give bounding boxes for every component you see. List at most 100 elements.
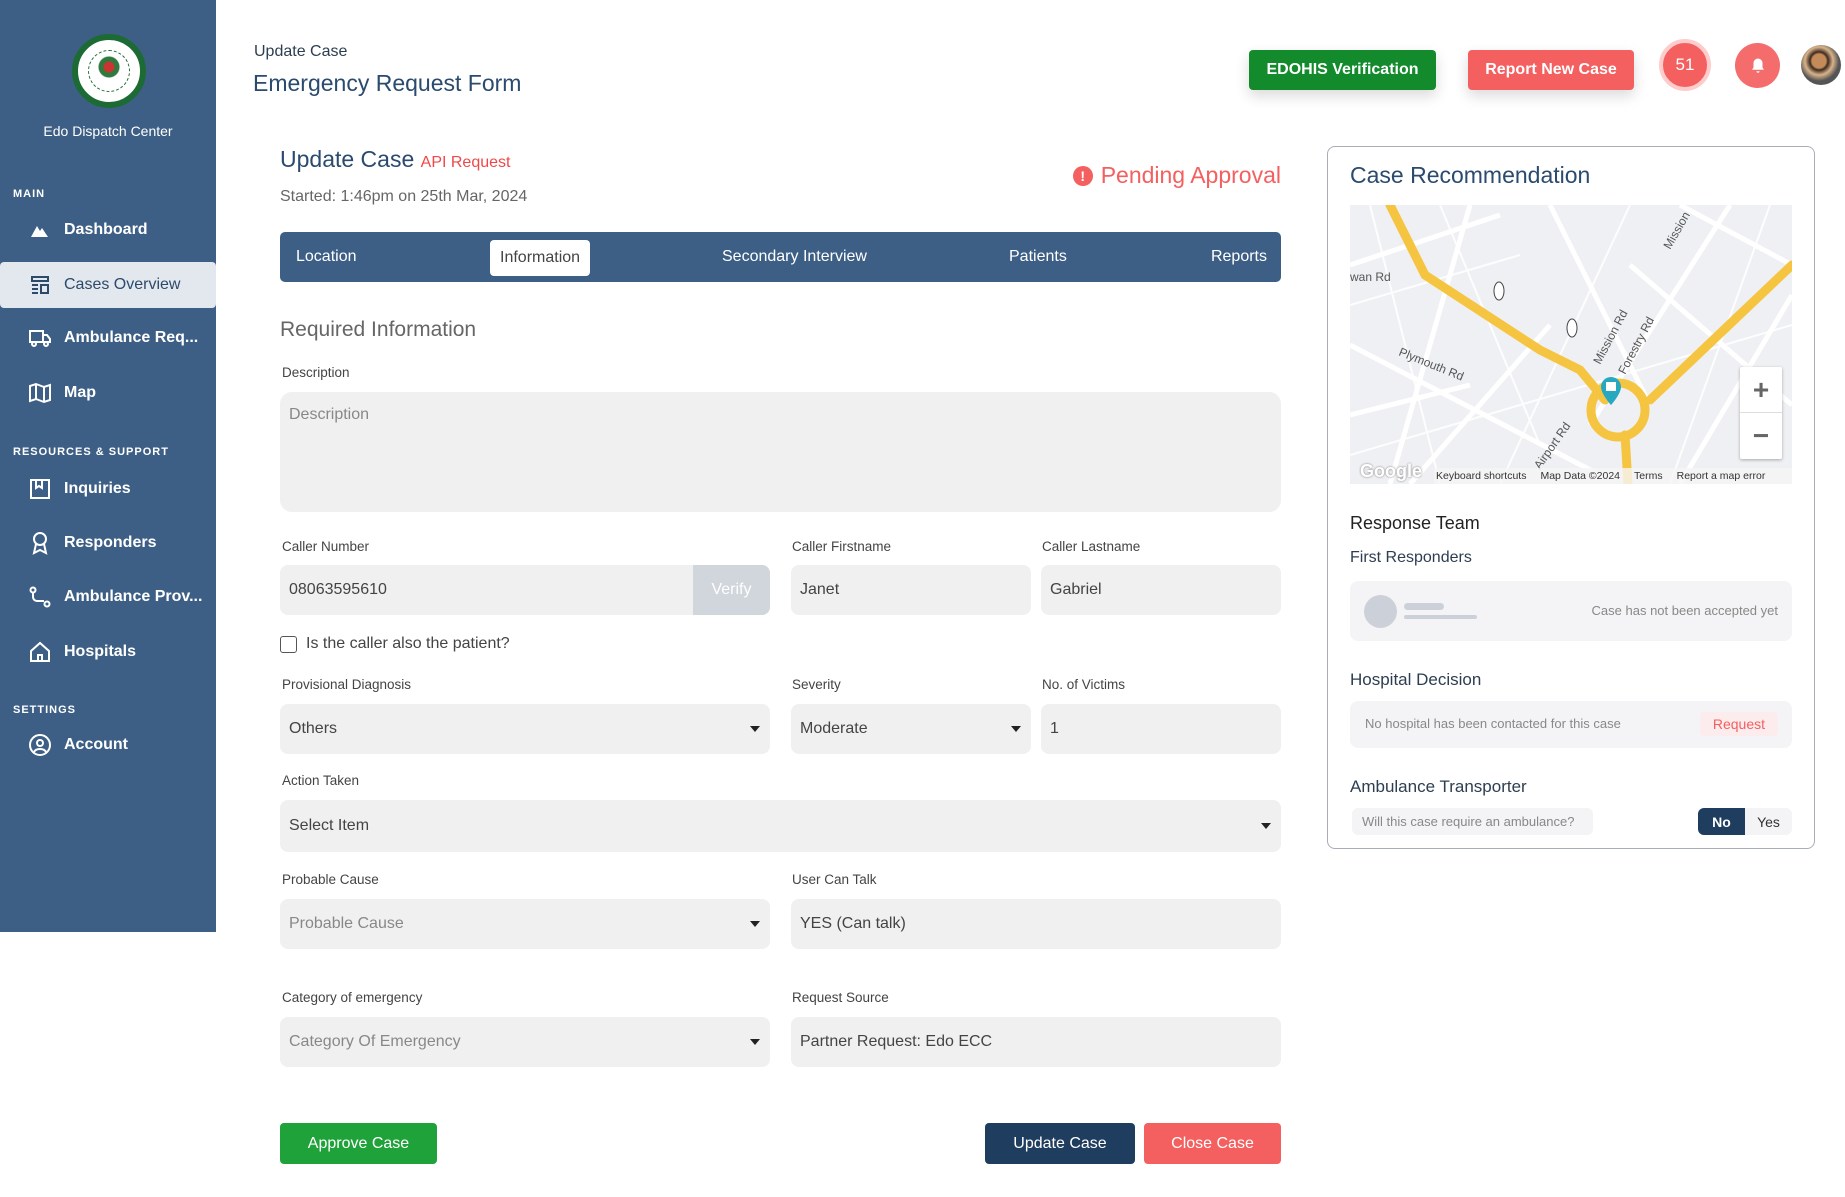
- sidebar-item-label: Ambulance Prov...: [64, 588, 203, 605]
- sidebar-item-label: Map: [64, 384, 96, 401]
- ambulance-no-option[interactable]: No: [1698, 808, 1745, 835]
- api-request-tag: API Request: [420, 154, 511, 171]
- sidebar-item-label: Hospitals: [64, 643, 137, 660]
- started-time: Started: 1:46pm on 25th Mar, 2024: [280, 188, 528, 205]
- zoom-in-button[interactable]: +: [1740, 367, 1782, 413]
- caller-firstname-input[interactable]: Janet: [791, 565, 1031, 615]
- report-new-case-button[interactable]: Report New Case: [1468, 50, 1634, 90]
- map[interactable]: wan Rd Plymouth Rd Mission Rd Forestry R…: [1350, 205, 1792, 484]
- not-accepted-text: Case has not been accepted yet: [1591, 603, 1778, 618]
- sidebar-item-cases-overview[interactable]: Cases Overview: [0, 262, 216, 308]
- brand-name: Edo Dispatch Center: [43, 123, 173, 139]
- no-hospital-text: No hospital has been contacted for this …: [1365, 716, 1621, 731]
- sidebar-item-inquiries[interactable]: Inquiries: [0, 466, 216, 512]
- notification-count-badge[interactable]: 51: [1659, 39, 1711, 91]
- caller-lastname-label: Caller Lastname: [1042, 539, 1141, 554]
- sidebar-item-label: Responders: [64, 534, 157, 551]
- avatar-placeholder: [1364, 595, 1397, 628]
- sidebar-item-map[interactable]: Map: [0, 370, 216, 416]
- sidebar-item-dashboard[interactable]: Dashboard: [0, 207, 216, 253]
- ambulance-yes-option[interactable]: Yes: [1745, 808, 1792, 835]
- response-team-heading: Response Team: [1350, 513, 1480, 533]
- victims-label: No. of Victims: [1042, 677, 1126, 692]
- page-title: Emergency Request Form: [253, 70, 522, 96]
- caller-lastname-input[interactable]: Gabriel: [1041, 565, 1281, 615]
- google-logo: Google: [1360, 461, 1422, 481]
- caret-down-icon: [750, 726, 760, 732]
- ambulance-transporter-heading: Ambulance Transporter: [1350, 777, 1527, 796]
- edohis-verification-button[interactable]: EDOHIS Verification: [1249, 50, 1436, 90]
- caret-down-icon: [1261, 823, 1271, 829]
- sidebar-item-responders[interactable]: Responders: [0, 520, 216, 566]
- status-text: Pending Approval: [1100, 162, 1281, 188]
- tab-secondary-interview[interactable]: Secondary Interview: [722, 232, 867, 282]
- skeleton-line: [1404, 615, 1477, 619]
- request-source-input[interactable]: Partner Request: Edo ECC: [791, 1017, 1281, 1067]
- description-label: Description: [282, 365, 350, 380]
- caller-number-label: Caller Number: [282, 539, 370, 554]
- category-select[interactable]: Category Of Emergency: [280, 1017, 770, 1067]
- action-taken-label: Action Taken: [282, 773, 360, 788]
- bell-button[interactable]: [1735, 43, 1780, 88]
- map-roads: wan Rd Plymouth Rd Mission Rd Forestry R…: [1350, 205, 1792, 484]
- update-case-button[interactable]: Update Case: [985, 1123, 1135, 1164]
- route-icon: [29, 586, 51, 608]
- home-icon: [30, 641, 50, 662]
- sidebar-item-hospitals[interactable]: Hospitals: [0, 629, 216, 675]
- user-avatar[interactable]: [1801, 45, 1841, 85]
- caller-number-input[interactable]: 08063595610 Verify: [280, 565, 770, 615]
- sidebar-item-account[interactable]: Account: [0, 722, 216, 768]
- sidebar-item-label: Ambulance Req...: [64, 329, 199, 346]
- tab-reports[interactable]: Reports: [1211, 232, 1267, 282]
- map-data-text: Map Data ©2024: [1540, 470, 1621, 482]
- severity-label: Severity: [792, 677, 841, 692]
- caret-down-icon: [750, 921, 760, 927]
- tab-location[interactable]: Location: [296, 232, 357, 282]
- section-resources: RESOURCES & SUPPORT: [13, 446, 169, 458]
- tab-information[interactable]: Information: [490, 240, 591, 276]
- first-responders-heading: First Responders: [1350, 549, 1472, 566]
- road-label: Mission: [1660, 209, 1692, 251]
- probable-cause-label: Probable Cause: [282, 872, 379, 887]
- severity-select[interactable]: Moderate: [791, 704, 1031, 754]
- form-tabs: Location Information Secondary Interview…: [280, 232, 1281, 282]
- caller-patient-checkbox[interactable]: [280, 635, 297, 653]
- request-hospital-button[interactable]: Request: [1699, 712, 1778, 736]
- section-title: Required Information: [280, 318, 477, 341]
- road-label: wan Rd: [1350, 270, 1391, 284]
- section-settings: SETTINGS: [13, 704, 77, 716]
- terms-link[interactable]: Terms: [1634, 470, 1663, 482]
- truck-icon: [29, 330, 51, 347]
- sidebar-item-ambulance-providers[interactable]: Ambulance Prov...: [0, 574, 216, 620]
- report-map-error-link[interactable]: Report a map error: [1677, 470, 1766, 482]
- sidebar-item-ambulance-requests[interactable]: Ambulance Req...: [0, 315, 216, 361]
- first-responders-box: Case has not been accepted yet: [1350, 581, 1792, 641]
- diagnosis-select[interactable]: Others: [280, 704, 770, 754]
- severity-value: Moderate: [800, 720, 868, 737]
- hospital-decision-heading: Hospital Decision: [1350, 670, 1482, 689]
- edo-state-logo: [72, 34, 146, 108]
- map-zoom-controls: + −: [1740, 367, 1782, 459]
- caret-down-icon: [750, 1039, 760, 1045]
- case-recommendation-panel: Case Recommendation wan Rd Plymouth Rd M…: [1327, 146, 1815, 849]
- user-can-talk-input[interactable]: YES (Can talk): [791, 899, 1281, 949]
- caller-patient-checkbox-row[interactable]: Is the caller also the patient?: [280, 635, 510, 653]
- verify-button[interactable]: Verify: [693, 565, 770, 615]
- breadcrumb: Update Case: [254, 43, 348, 60]
- ambulance-question: Will this case require an ambulance?: [1352, 808, 1593, 835]
- approve-case-button[interactable]: Approve Case: [280, 1123, 437, 1164]
- description-textarea[interactable]: Description: [280, 392, 1281, 512]
- keyboard-shortcuts-link[interactable]: Keyboard shortcuts: [1436, 470, 1526, 482]
- user-circle-icon: [29, 734, 51, 756]
- request-source-label: Request Source: [792, 990, 889, 1005]
- cases-icon: [31, 276, 49, 294]
- sidebar: Edo Dispatch Center MAIN Dashboard Cases…: [0, 0, 216, 932]
- map-attribution: Keyboard shortcuts Map Data ©2024 Terms …: [1434, 468, 1792, 484]
- close-case-button[interactable]: Close Case: [1144, 1123, 1281, 1164]
- tab-patients[interactable]: Patients: [1009, 232, 1067, 282]
- victims-input[interactable]: 1: [1041, 704, 1281, 754]
- zoom-out-button[interactable]: −: [1740, 413, 1782, 459]
- probable-cause-select[interactable]: Probable Cause: [280, 899, 770, 949]
- action-taken-select[interactable]: Select Item: [280, 800, 1281, 852]
- bell-icon: [1751, 58, 1764, 73]
